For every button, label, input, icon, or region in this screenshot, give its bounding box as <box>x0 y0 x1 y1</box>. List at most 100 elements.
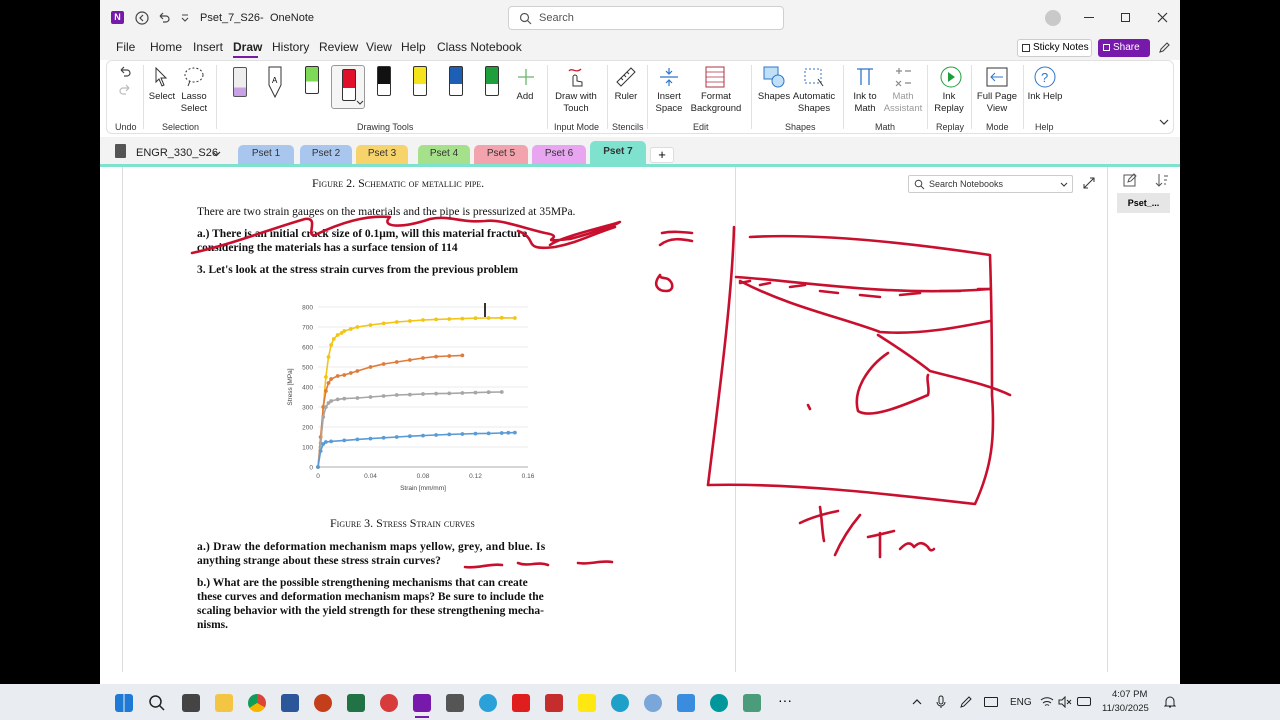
microphone-icon[interactable] <box>935 695 947 709</box>
ruler-icon[interactable] <box>614 65 638 89</box>
shapes-icon[interactable] <box>762 65 786 89</box>
select-button[interactable]: Select <box>148 91 176 103</box>
file-explorer-icon[interactable] <box>215 694 233 712</box>
pencil-tool-icon[interactable]: A <box>267 65 283 99</box>
insert-space-icon[interactable] <box>658 65 680 89</box>
shapes-button[interactable]: Shapes <box>757 91 791 103</box>
eraser-tool[interactable] <box>233 67 247 97</box>
menu-help[interactable]: Help <box>401 40 426 54</box>
arduino-icon[interactable] <box>710 694 728 712</box>
draw-with-touch-icon[interactable] <box>566 66 586 88</box>
calculator-icon[interactable] <box>446 694 464 712</box>
menu-history[interactable]: History <box>272 40 309 54</box>
ink-to-math-icon[interactable] <box>854 65 876 89</box>
yellow-highlighter-tool[interactable] <box>413 66 427 96</box>
language-indicator[interactable]: ENG <box>1010 697 1032 708</box>
tab-pset-7[interactable]: Pset 7 <box>590 141 646 165</box>
powerpoint-icon[interactable] <box>314 694 332 712</box>
ink-help-button[interactable]: Ink Help <box>1027 91 1063 103</box>
tab-pset-3[interactable]: Pset 3 <box>356 145 408 165</box>
chrome-icon[interactable] <box>248 694 266 712</box>
redo-icon[interactable] <box>118 83 132 97</box>
ink-replay-button[interactable]: Ink Replay <box>933 91 965 115</box>
undo-icon[interactable] <box>118 65 132 79</box>
maps-icon[interactable] <box>479 694 497 712</box>
word-icon[interactable] <box>281 694 299 712</box>
pen-menu-icon[interactable] <box>959 695 973 709</box>
black-pen-tool[interactable] <box>377 66 391 96</box>
close-icon[interactable] <box>1157 12 1168 23</box>
select-arrow-icon[interactable] <box>153 67 169 87</box>
onenote-taskbar-icon[interactable] <box>413 694 431 712</box>
page-tab-current[interactable]: Pset_... <box>1117 193 1170 213</box>
clock-time[interactable]: 4:07 PM <box>1112 689 1147 700</box>
sort-pages-icon[interactable] <box>1155 173 1169 187</box>
search-box[interactable]: Search <box>508 6 784 30</box>
pen-mode-icon[interactable] <box>1158 41 1171 54</box>
excel-icon[interactable] <box>347 694 365 712</box>
format-background-icon[interactable] <box>704 65 726 89</box>
notifications-bell-icon[interactable] <box>1164 695 1176 709</box>
draw-with-touch-button[interactable]: Draw with Touch <box>551 91 601 115</box>
automatic-shapes-button[interactable]: Automatic Shapes <box>791 91 837 115</box>
tab-pset-4[interactable]: Pset 4 <box>418 145 470 165</box>
kakaotalk-icon[interactable] <box>578 694 596 712</box>
vscode-icon[interactable] <box>743 694 761 712</box>
avatar[interactable] <box>1045 10 1061 26</box>
undo-title-icon[interactable] <box>156 10 172 26</box>
ink-help-icon[interactable]: ? <box>1033 65 1057 89</box>
page-canvas[interactable]: Figure 2. Schematic of metallic pipe. Th… <box>100 167 1180 684</box>
green-highlighter-tool[interactable] <box>305 66 319 94</box>
full-page-view-icon[interactable] <box>985 65 1009 89</box>
menu-insert[interactable]: Insert <box>193 40 223 54</box>
ink-to-math-button[interactable]: Ink to Math <box>849 91 881 115</box>
acrobat-icon[interactable] <box>512 694 530 712</box>
blue-pen-tool[interactable] <box>449 66 463 96</box>
math-assistant-button[interactable]: Math Assistant <box>883 91 923 115</box>
new-page-icon[interactable] <box>1123 173 1137 187</box>
collapse-ribbon-icon[interactable] <box>1159 119 1169 126</box>
clock-date[interactable]: 11/30/2025 <box>1102 703 1149 714</box>
wifi-icon[interactable] <box>1040 696 1054 708</box>
volume-muted-icon[interactable] <box>1058 696 1072 708</box>
add-section-button[interactable]: + <box>650 147 674 163</box>
ink-replay-icon[interactable] <box>939 65 963 89</box>
tab-pset-5[interactable]: Pset 5 <box>474 145 528 165</box>
menu-draw[interactable]: Draw <box>233 40 262 54</box>
menu-view[interactable]: View <box>366 40 392 54</box>
battery-icon[interactable] <box>1077 697 1091 706</box>
more-apps-icon[interactable]: ··· <box>776 693 794 712</box>
app-red-gear-icon[interactable] <box>380 694 398 712</box>
taskbar-search-icon[interactable] <box>148 694 166 712</box>
task-view-icon[interactable] <box>182 694 200 712</box>
zotero-icon[interactable] <box>545 694 563 712</box>
insert-space-button[interactable]: Insert Space <box>652 91 686 115</box>
ruler-button[interactable]: Ruler <box>612 91 640 103</box>
tab-pset-1[interactable]: Pset 1 <box>238 145 294 165</box>
full-page-view-button[interactable]: Full Page View <box>975 91 1019 115</box>
tab-pset-2[interactable]: Pset 2 <box>300 145 352 165</box>
format-background-button[interactable]: Format Background <box>687 91 745 115</box>
ink-annotations[interactable] <box>100 167 1100 672</box>
minimize-icon[interactable] <box>1084 17 1094 18</box>
lasso-select-button[interactable]: Lasso Select <box>179 91 209 115</box>
add-pen-button[interactable]: Add <box>513 91 537 103</box>
red-pen-selected[interactable] <box>331 65 365 109</box>
edge-icon[interactable] <box>611 694 629 712</box>
menu-file[interactable]: File <box>116 40 135 54</box>
automatic-shapes-icon[interactable] <box>802 65 826 89</box>
menu-home[interactable]: Home <box>150 40 182 54</box>
qat-dropdown-icon[interactable] <box>180 13 190 23</box>
restore-icon[interactable] <box>1121 13 1130 22</box>
add-pen-icon[interactable] <box>516 67 536 87</box>
r-icon[interactable] <box>644 694 662 712</box>
menu-review[interactable]: Review <box>319 40 358 54</box>
green-pen-tool[interactable] <box>485 66 499 96</box>
keyboard-icon[interactable] <box>984 697 998 707</box>
back-icon[interactable] <box>134 10 150 26</box>
tab-pset-6[interactable]: Pset 6 <box>532 145 586 165</box>
lasso-icon[interactable] <box>182 66 206 88</box>
math-assistant-icon[interactable] <box>892 65 914 89</box>
share-button[interactable]: Share <box>1098 39 1150 57</box>
show-hidden-icons-icon[interactable] <box>912 698 922 706</box>
